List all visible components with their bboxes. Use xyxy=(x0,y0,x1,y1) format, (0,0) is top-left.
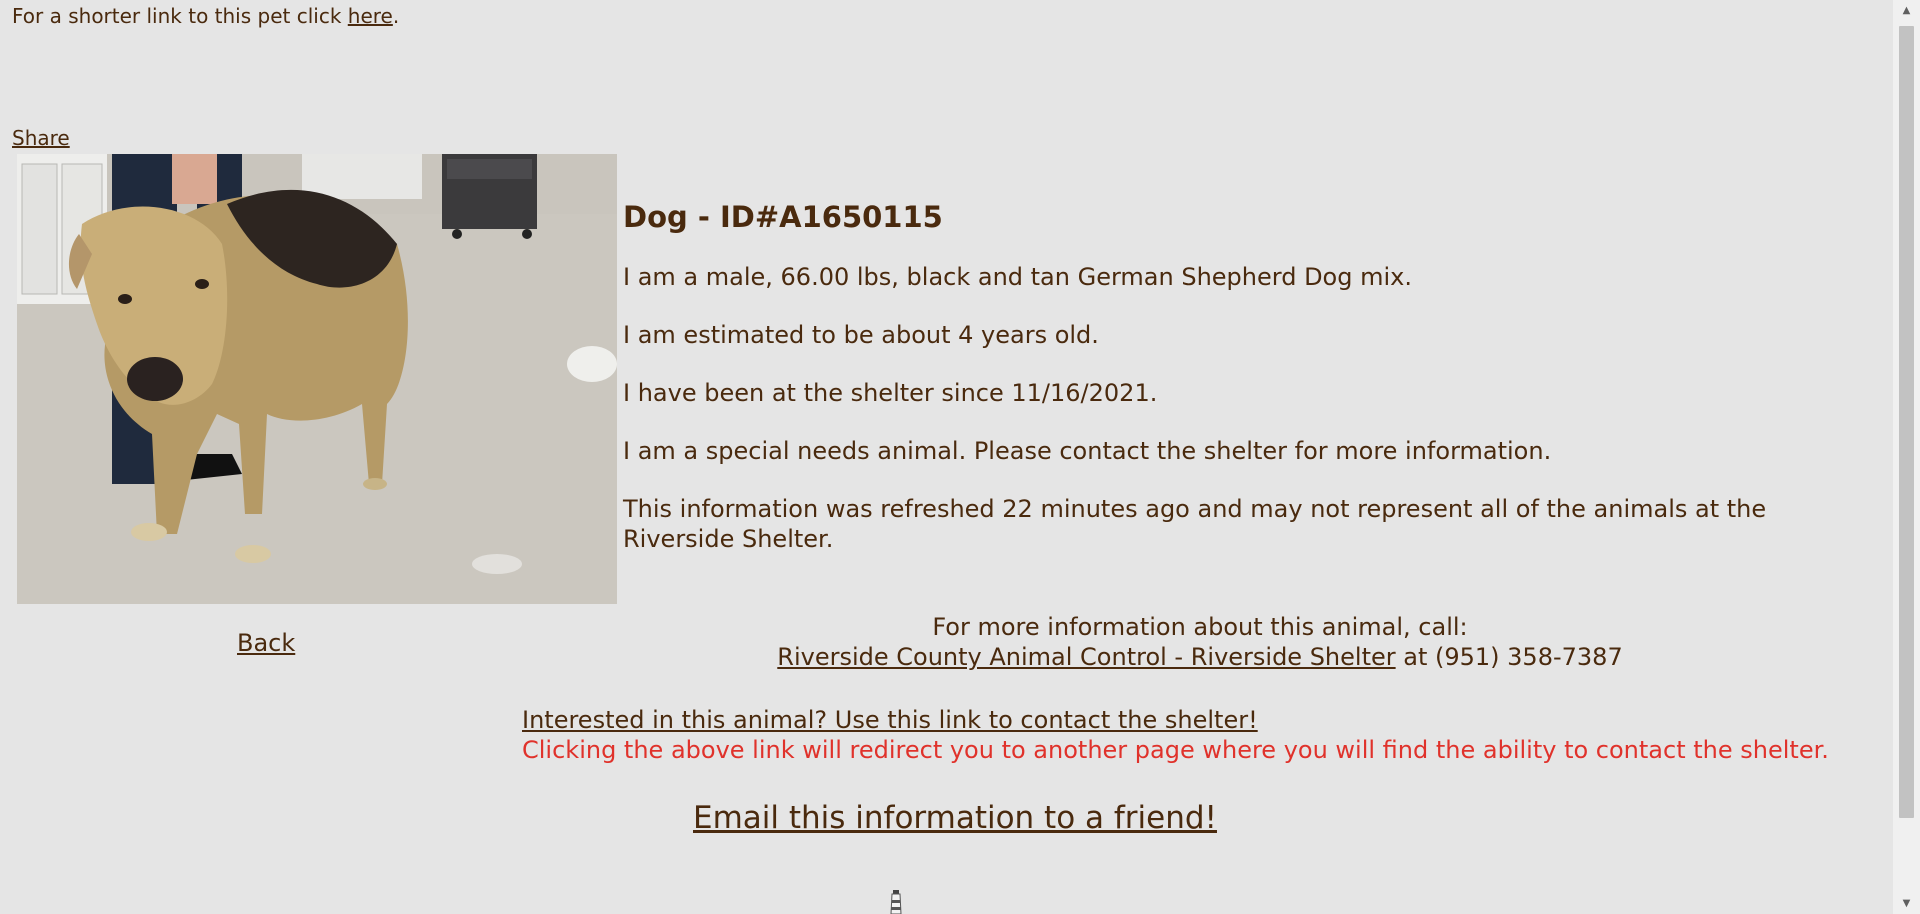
call-text: For more information about this animal, … xyxy=(932,613,1468,641)
short-link-line: For a shorter link to this pet click her… xyxy=(12,4,399,28)
scroll-up-arrow[interactable]: ▲ xyxy=(1893,2,1920,19)
animal-description: I am a male, 66.00 lbs, black and tan Ge… xyxy=(623,263,1412,291)
pet-detail-page: For a shorter link to this pet click her… xyxy=(0,0,1893,914)
scroll-thumb[interactable] xyxy=(1899,26,1914,818)
back-link[interactable]: Back xyxy=(237,628,295,658)
email-friend-link[interactable]: Email this information to a friend! xyxy=(693,798,1217,838)
special-needs-note: I am a special needs animal. Please cont… xyxy=(623,437,1552,465)
dog-photo xyxy=(17,154,617,604)
animal-details: Dog - ID#A1650115 I am a male, 66.00 lbs… xyxy=(623,198,1873,582)
shelter-phone: at (951) 358-7387 xyxy=(1395,643,1623,671)
animal-intake-date: I have been at the shelter since 11/16/2… xyxy=(623,379,1158,407)
short-link-suffix: . xyxy=(392,4,400,28)
redirect-note: Clicking the above link will redirect yo… xyxy=(522,736,1829,764)
contact-shelter-link[interactable]: Interested in this animal? Use this link… xyxy=(522,706,1258,734)
contact-info: For more information about this animal, … xyxy=(700,612,1700,672)
lighthouse-icon xyxy=(888,888,904,914)
interest-section: Interested in this animal? Use this link… xyxy=(522,705,1829,765)
share-link[interactable]: Share xyxy=(12,126,70,150)
animal-title: Dog - ID#A1650115 xyxy=(623,200,943,234)
refresh-note: This information was refreshed 22 minute… xyxy=(623,495,1767,553)
animal-age: I am estimated to be about 4 years old. xyxy=(623,321,1099,349)
scroll-down-arrow[interactable]: ▼ xyxy=(1893,895,1920,912)
vertical-scrollbar[interactable]: ▲ ▼ xyxy=(1893,0,1920,914)
short-link-prefix: For a shorter link to this pet click xyxy=(12,4,348,28)
short-link-here[interactable]: here xyxy=(348,4,393,28)
shelter-link[interactable]: Riverside County Animal Control - Rivers… xyxy=(777,643,1395,671)
shelter-contact-line: Riverside County Animal Control - Rivers… xyxy=(700,642,1700,672)
